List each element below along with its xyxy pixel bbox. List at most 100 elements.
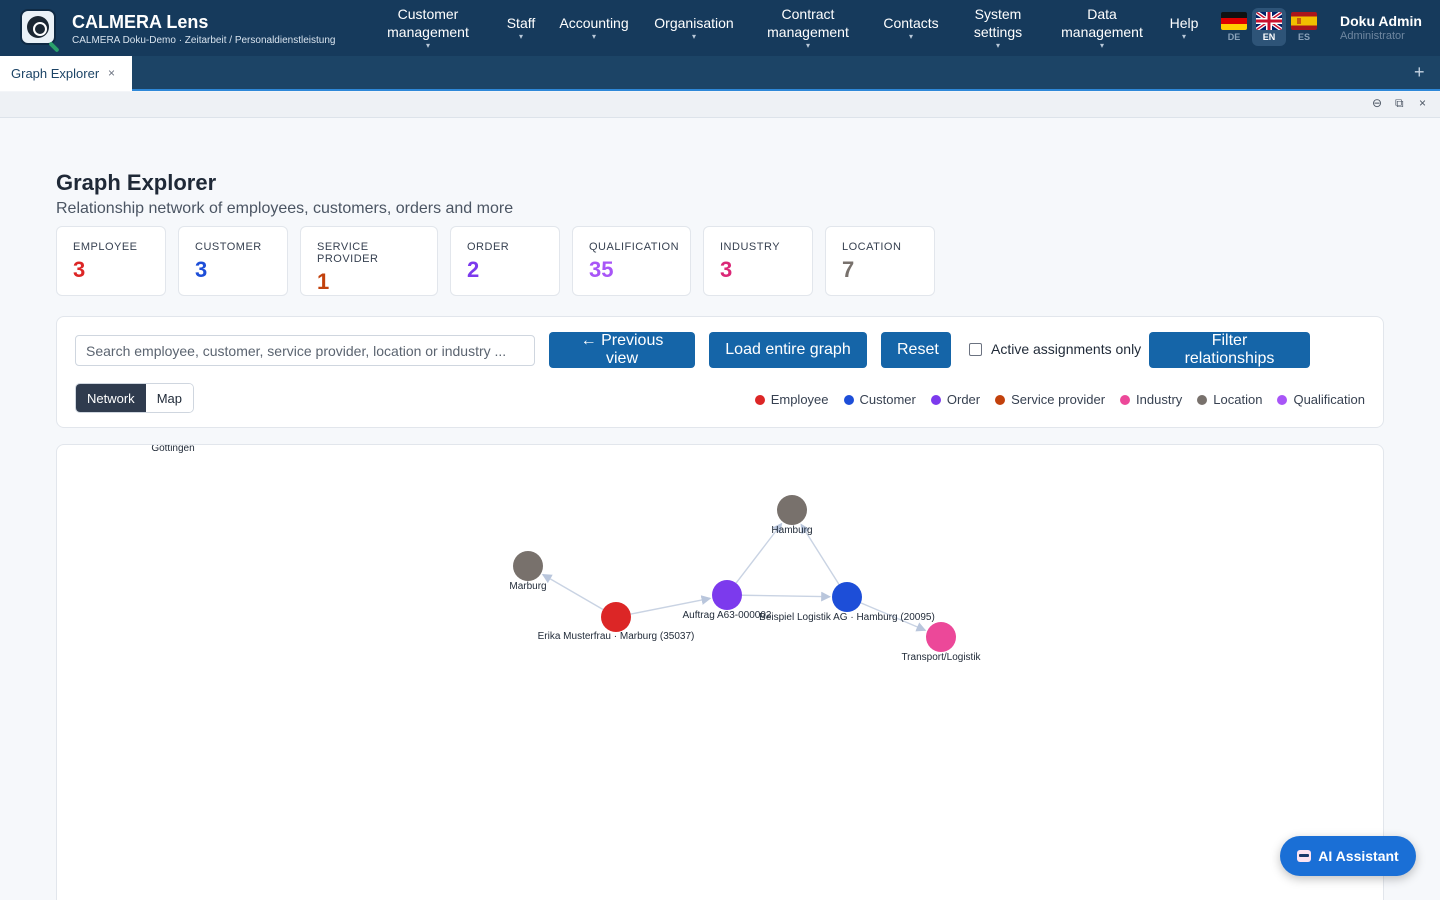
graph-node-erika[interactable]: [601, 602, 631, 632]
restore-icon[interactable]: ⧉: [1395, 96, 1404, 111]
stat-value: 3: [195, 257, 208, 282]
user-name[interactable]: Doku Admin: [1340, 13, 1422, 29]
tab-bar: Graph Explorer × +: [0, 56, 1440, 91]
stat-card-qualification[interactable]: QUALIFICATION 35: [572, 226, 691, 296]
graph-canvas[interactable]: Göttingen Hamburg Marburg Erika Musterfrau …: [56, 444, 1384, 900]
legend-label: Qualification: [1293, 392, 1365, 407]
nav-data-management[interactable]: Data management ▾: [1058, 0, 1146, 56]
graph-edge-erika-marburg[interactable]: [541, 573, 604, 611]
legend-dot: [930, 394, 941, 405]
filter-relationships-button[interactable]: Filter relationships: [1149, 332, 1310, 368]
user-role: Administrator: [1340, 30, 1405, 42]
tab-label: Graph Explorer: [11, 66, 100, 81]
stat-card-customer[interactable]: CUSTOMER 3: [178, 226, 288, 296]
nav-label: Staff: [506, 15, 536, 31]
nav-customer-management[interactable]: Customer management ▾: [376, 0, 480, 56]
load-entire-graph-button[interactable]: Load entire graph: [709, 332, 867, 368]
flag-de-icon[interactable]: [1221, 12, 1247, 30]
stat-value: 3: [73, 257, 86, 282]
graph-legend: Employee Customer Order Service provider…: [740, 392, 1365, 407]
active-only-toggle[interactable]: Active assignments only: [969, 341, 1141, 357]
previous-view-button[interactable]: ← Previous view: [549, 332, 695, 368]
nav-label: Customer management: [387, 6, 469, 40]
page-subtitle: Relationship network of employees, custo…: [56, 200, 514, 217]
nav-label: Contract management: [767, 6, 849, 40]
legend-item: Industry: [1120, 392, 1182, 407]
stat-label: CUSTOMER: [195, 241, 262, 253]
chevron-down-icon: ▾: [1181, 32, 1186, 41]
ai-assistant-label: AI Assistant: [1318, 848, 1399, 864]
stat-value: 3: [720, 257, 733, 282]
stat-card-service-provider[interactable]: SERVICE PROVIDER 1: [300, 226, 438, 296]
nav-organisation[interactable]: Organisation ▾: [650, 0, 738, 56]
page-title: Graph Explorer: [56, 170, 217, 195]
nav-staff[interactable]: Staff ▾: [500, 0, 542, 56]
nav-label: Help: [1169, 15, 1199, 31]
legend-dot: [1120, 394, 1131, 405]
legend-item: Order: [930, 392, 981, 407]
minimize-icon[interactable]: ⊖: [1372, 96, 1382, 110]
stat-card-location[interactable]: LOCATION 7: [825, 226, 935, 296]
flag-en-icon[interactable]: [1256, 12, 1282, 30]
nav-accounting[interactable]: Accounting ▾: [556, 0, 632, 56]
graph-node-label-transport: Transport/Logistik: [901, 652, 981, 663]
window-bar: ⊖ ⧉ ×: [0, 92, 1440, 118]
chevron-down-icon: ▾: [995, 41, 1000, 50]
chevron-down-icon: ▾: [805, 41, 810, 50]
search-input[interactable]: [75, 335, 535, 366]
legend-dot: [843, 394, 854, 405]
legend-label: Customer: [859, 392, 916, 407]
nav-contract-management[interactable]: Contract management ▾: [756, 0, 860, 56]
graph-node-auftrag[interactable]: [712, 580, 742, 610]
language-code-de[interactable]: DE: [1221, 32, 1247, 42]
chevron-down-icon: ▾: [425, 41, 430, 50]
nav-system-settings[interactable]: System settings ▾: [962, 0, 1034, 56]
view-mode-map[interactable]: Map: [145, 384, 193, 412]
stat-card-order[interactable]: ORDER 2: [450, 226, 560, 296]
stat-card-employee[interactable]: EMPLOYEE 3: [56, 226, 166, 296]
legend-dot: [995, 394, 1006, 405]
language-code-en[interactable]: EN: [1256, 32, 1282, 42]
graph-node-label-beispiel: Beispiel Logistik AG · Hamburg (20095): [759, 612, 935, 623]
stat-label: EMPLOYEE: [73, 241, 138, 253]
legend-dot: [1277, 394, 1288, 405]
legend-label: Order: [946, 392, 981, 407]
graph-node-beispiel[interactable]: [832, 582, 862, 612]
legend-label: Location: [1213, 392, 1263, 407]
stat-value: 2: [467, 257, 480, 282]
stat-label: LOCATION: [842, 241, 902, 253]
legend-dot: [1197, 394, 1208, 405]
reset-button[interactable]: Reset: [881, 332, 951, 368]
stat-card-industry[interactable]: INDUSTRY 3: [703, 226, 813, 296]
graph-node-label-hamburg: Hamburg: [771, 525, 812, 536]
close-icon[interactable]: ×: [108, 66, 115, 80]
active-only-label: Active assignments only: [991, 341, 1142, 357]
add-tab-icon[interactable]: +: [1414, 62, 1425, 83]
view-mode-network[interactable]: Network: [76, 384, 146, 412]
graph-node-hamburg[interactable]: [777, 495, 807, 525]
flag-es-icon[interactable]: [1291, 12, 1317, 30]
chevron-down-icon: ▾: [908, 32, 913, 41]
nav-label: Data management: [1061, 6, 1143, 40]
graph-node-marburg[interactable]: [513, 551, 543, 581]
app-logo-icon[interactable]: [20, 9, 60, 53]
network-graph[interactable]: Göttingen Hamburg Marburg Erika Musterfrau …: [57, 445, 1384, 900]
close-icon[interactable]: ×: [1419, 96, 1426, 110]
nav-label: Accounting: [559, 15, 629, 31]
graph-toolbar: ← Previous view Load entire graph Reset …: [56, 316, 1384, 428]
legend-label: Employee: [770, 392, 829, 407]
robot-icon: [1297, 850, 1312, 862]
graph-edge-auftrag-beispiel[interactable]: [741, 591, 831, 602]
app-title: CALMERA Lens: [72, 12, 209, 32]
nav-label: System settings: [973, 6, 1023, 40]
stat-label: ORDER: [467, 241, 510, 253]
nav-contacts[interactable]: Contacts ▾: [880, 0, 942, 56]
nav-label: Contacts: [883, 15, 939, 31]
legend-item: Customer: [843, 392, 916, 407]
active-only-checkbox[interactable]: [969, 342, 982, 356]
language-code-es[interactable]: ES: [1291, 32, 1317, 42]
graph-node-transport[interactable]: [926, 622, 956, 652]
nav-help[interactable]: Help ▾: [1164, 0, 1204, 56]
ai-assistant-button[interactable]: AI Assistant: [1280, 836, 1416, 876]
nav-label: Organisation: [654, 15, 734, 31]
